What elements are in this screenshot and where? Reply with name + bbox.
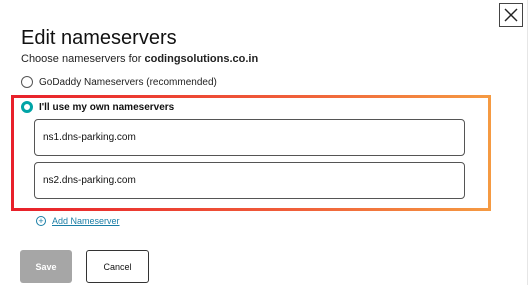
domain-name: codingsolutions.co.in <box>144 53 259 65</box>
edit-nameservers-dialog: Edit nameservers Choose nameservers for … <box>0 0 528 285</box>
option-label-own: I'll use my own nameservers <box>39 101 175 113</box>
option-label-godaddy: GoDaddy Nameservers (recommended) <box>39 76 217 88</box>
cancel-button[interactable]: Cancel <box>86 250 149 283</box>
subtitle-prefix: Choose nameservers for <box>21 53 145 65</box>
close-button[interactable] <box>499 3 523 27</box>
save-button[interactable]: Save <box>20 250 72 283</box>
dialog-title: Edit nameservers <box>21 27 177 49</box>
radio-own-nameservers[interactable] <box>21 101 33 113</box>
add-nameserver-link[interactable]: + Add Nameserver <box>36 216 120 226</box>
close-icon <box>504 8 518 22</box>
radio-godaddy-nameservers[interactable] <box>21 76 33 88</box>
plus-circle-icon: + <box>36 216 46 226</box>
option-godaddy-nameservers[interactable]: GoDaddy Nameservers (recommended) <box>21 76 217 88</box>
add-nameserver-label: Add Nameserver <box>52 216 120 226</box>
nameserver-2-input[interactable] <box>34 162 465 199</box>
dialog-subtitle: Choose nameservers for codingsolutions.c… <box>21 52 258 66</box>
option-own-nameservers[interactable]: I'll use my own nameservers <box>21 101 174 113</box>
nameserver-1-input[interactable] <box>34 119 465 156</box>
